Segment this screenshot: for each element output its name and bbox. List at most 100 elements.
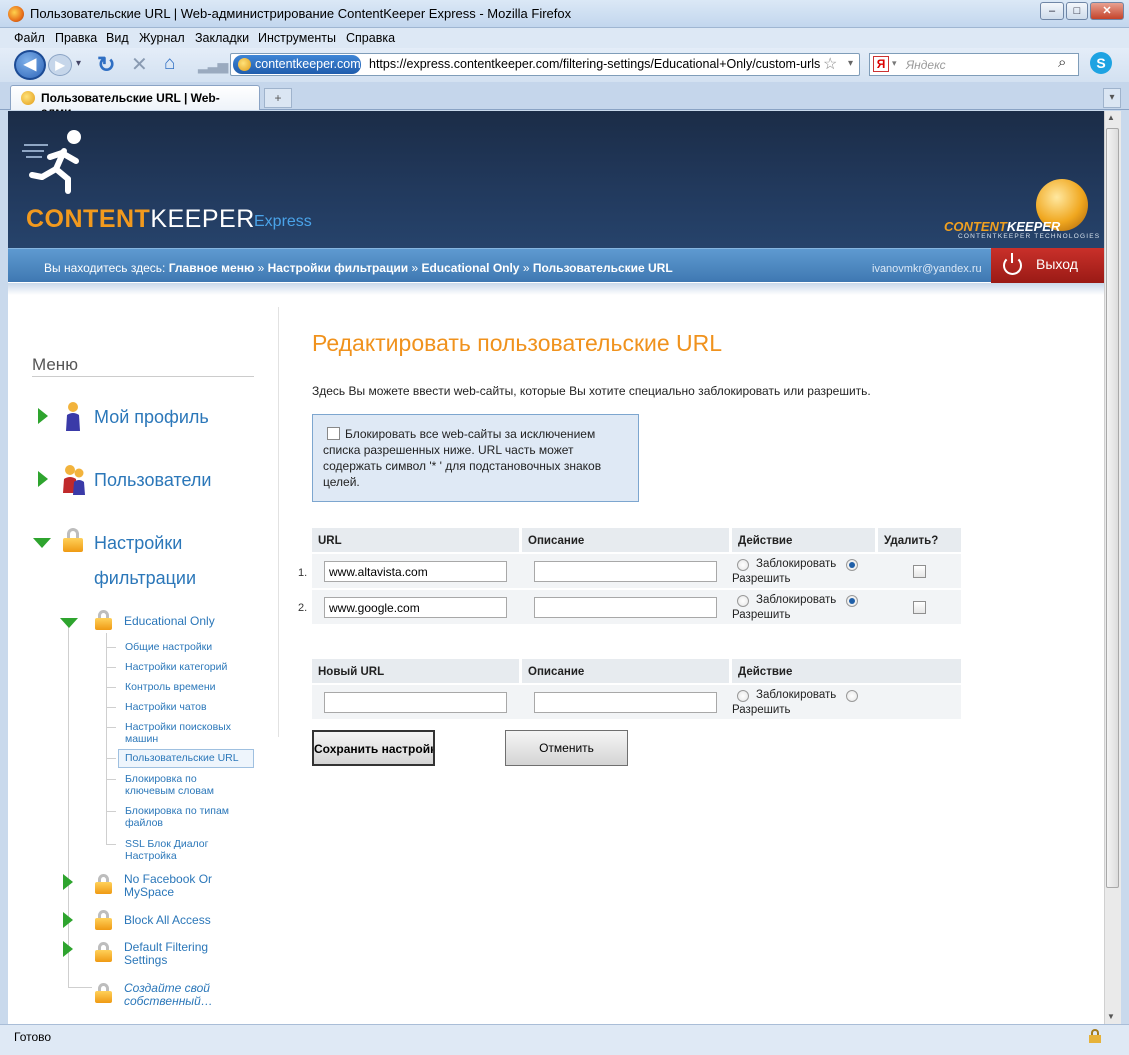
breadcrumb-filtering-settings[interactable]: Настройки фильтрации [268, 261, 408, 275]
leaf-filetype-blocking[interactable]: Блокировка по типам файлов [125, 805, 240, 829]
menu-tools[interactable]: Инструменты [258, 31, 336, 45]
ck-technologies-text: CONTENTKEEPER TECHNOLOGIES [958, 233, 1101, 240]
save-settings-button[interactable]: Сохранить настройки [312, 730, 435, 766]
tab-custom-urls[interactable]: Пользовательские URL | Web-адми... [10, 85, 260, 119]
page-title: Редактировать пользовательские URL [312, 330, 723, 356]
url-dropdown-icon[interactable]: ▾ [848, 58, 853, 69]
delete-checkbox[interactable] [913, 601, 926, 614]
menu-edit[interactable]: Правка [55, 31, 97, 45]
reload-icon[interactable]: ↻ [97, 52, 115, 78]
site-identity-badge[interactable]: contentkeeper.com [233, 55, 361, 74]
history-dropdown-icon[interactable]: ▾ [76, 58, 81, 69]
back-button[interactable]: ◀ [14, 50, 46, 80]
sidebar-item-my-profile[interactable]: Мой профиль [94, 407, 209, 428]
scroll-down-icon[interactable]: ▼ [1107, 1012, 1115, 1021]
breadcrumb-separator: » [257, 261, 265, 275]
breadcrumb: Вы находитесь здесь: Главное меню » Наст… [44, 261, 673, 275]
expand-arrow-icon[interactable] [38, 408, 48, 424]
leaf-keyword-blocking[interactable]: Блокировка по ключевым словам [125, 773, 225, 797]
tab-list-dropdown-icon[interactable]: ▾ [1103, 88, 1121, 108]
status-text: Готово [14, 1030, 52, 1044]
close-window-button[interactable]: ✕ [1090, 2, 1124, 20]
sidebar-item-filtering-line2[interactable]: фильтрации [94, 568, 196, 589]
search-icon[interactable]: ⌕ [1058, 54, 1066, 71]
stop-icon[interactable]: ✕ [131, 52, 148, 77]
breadcrumb-main-menu[interactable]: Главное меню [169, 261, 255, 275]
url-input[interactable]: www.altavista.com [324, 561, 507, 582]
sidebar-profile-no-facebook[interactable]: No Facebook Or MySpace [124, 873, 224, 899]
sidebar-title: Меню [32, 355, 78, 374]
maximize-button[interactable]: □ [1066, 2, 1088, 20]
block-radio[interactable] [737, 559, 749, 571]
lock-icon [95, 874, 112, 894]
sidebar-profile-default-filtering[interactable]: Default Filtering Settings [124, 941, 224, 967]
sidebar-create-own-profile[interactable]: Создайте свой собственный… [124, 982, 224, 1008]
logo-content-text: CONTENT [26, 205, 151, 233]
forward-button[interactable]: ▶ [48, 54, 72, 76]
menu-help[interactable]: Справка [346, 31, 395, 45]
tree-line [106, 811, 116, 812]
status-bar: Готово [0, 1024, 1129, 1055]
menu-file[interactable]: Файл [14, 31, 45, 45]
sidebar-profile-educational-only[interactable]: Educational Only [124, 614, 215, 628]
delete-checkbox[interactable] [913, 565, 926, 578]
expand-arrow-icon[interactable] [63, 941, 73, 957]
sidebar-item-filtering-line1[interactable]: Настройки [94, 533, 182, 554]
menu-bookmarks[interactable]: Закладки [195, 31, 249, 45]
description-input[interactable] [534, 597, 717, 618]
collapse-arrow-icon[interactable] [60, 618, 78, 628]
leaf-custom-urls[interactable]: Пользовательские URL [125, 752, 250, 764]
sidebar-item-users[interactable]: Пользователи [94, 470, 211, 491]
column-divider [278, 307, 279, 737]
expand-arrow-icon[interactable] [63, 874, 73, 890]
ck-small-logo: CONTENTKEEPER [944, 219, 1060, 234]
lock-icon [95, 942, 112, 962]
breadcrumb-educational-only[interactable]: Educational Only [421, 261, 519, 275]
search-box[interactable] [869, 53, 1079, 76]
skype-icon[interactable]: S [1090, 52, 1112, 74]
leaf-search-engine-settings[interactable]: Настройки поисковых машин [125, 721, 245, 745]
allow-radio[interactable] [846, 595, 858, 607]
home-icon[interactable]: ⌂ [164, 53, 175, 75]
search-input[interactable]: Яндекс [906, 58, 946, 72]
leaf-category-settings[interactable]: Настройки категорий [125, 661, 245, 673]
leaf-chat-settings[interactable]: Настройки чатов [125, 701, 245, 713]
logout-button[interactable]: Выход [991, 248, 1104, 283]
block-radio-label: Заблокировать [756, 558, 837, 570]
scrollbar-thumb[interactable] [1106, 128, 1119, 888]
search-engine-dropdown-icon[interactable]: ▾ [892, 58, 897, 69]
row-number: 1. [298, 567, 308, 579]
menu-view[interactable]: Вид [106, 31, 129, 45]
url-input[interactable]: www.google.com [324, 597, 507, 618]
allow-radio[interactable] [846, 559, 858, 571]
minimize-button[interactable]: – [1040, 2, 1064, 20]
block-radio[interactable] [737, 595, 749, 607]
new-url-input[interactable] [324, 692, 507, 713]
new-description-input[interactable] [534, 692, 717, 713]
expand-arrow-icon[interactable] [63, 912, 73, 928]
breadcrumb-prefix: Вы находитесь здесь: [44, 261, 166, 275]
url-text[interactable]: https://express.contentkeeper.com/filter… [369, 57, 820, 71]
leaf-time-control[interactable]: Контроль времени [125, 681, 245, 693]
sidebar-profile-block-all-access[interactable]: Block All Access [124, 913, 211, 927]
new-block-radio[interactable] [737, 690, 749, 702]
collapse-arrow-icon[interactable] [33, 538, 51, 548]
tree-line [106, 707, 116, 708]
tab-favicon-icon [21, 91, 35, 105]
menu-history[interactable]: Журнал [139, 31, 185, 45]
expand-arrow-icon[interactable] [38, 471, 48, 487]
description-input[interactable] [534, 561, 717, 582]
scroll-up-icon[interactable]: ▲ [1107, 113, 1115, 122]
cancel-button[interactable]: Отменить [505, 730, 628, 766]
new-tab-button[interactable]: + [264, 88, 292, 108]
users-icon [63, 465, 85, 495]
window-titlebar: Пользовательские URL | Web-администриров… [0, 0, 1129, 28]
tree-line [106, 758, 116, 759]
ck-small-content: CONTENT [944, 219, 1007, 234]
bookmark-star-icon[interactable]: ☆ [823, 54, 837, 74]
yandex-engine-icon[interactable]: Я [873, 56, 889, 72]
leaf-general-settings[interactable]: Общие настройки [125, 641, 245, 653]
new-allow-radio[interactable] [846, 690, 858, 702]
leaf-ssl-block-dialog[interactable]: SSL Блок Диалог Настройка [125, 838, 220, 862]
logo-express-text: Express [254, 213, 312, 230]
